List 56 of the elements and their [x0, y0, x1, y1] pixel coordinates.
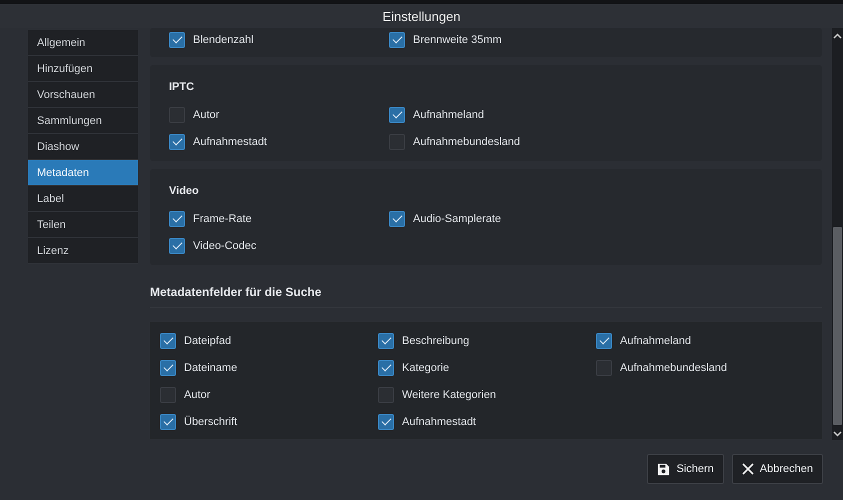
save-icon [657, 462, 670, 476]
checkbox-label[interactable]: Blendenzahl [193, 34, 254, 46]
sidebar-item[interactable]: Label [28, 186, 138, 212]
checkbox[interactable] [160, 360, 176, 376]
sidebar-item[interactable]: Lizenz [28, 238, 138, 264]
sidebar-item[interactable]: Sammlungen [28, 108, 138, 134]
checkbox-label[interactable]: Autor [184, 388, 210, 400]
checkbox-label[interactable]: Aufnahmestadt [402, 416, 476, 428]
checkbox-label[interactable]: Autor [193, 108, 220, 120]
checkbox-label[interactable]: Frame-Rate [193, 212, 252, 224]
sidebar-item[interactable]: Metadaten [28, 160, 138, 186]
checkbox[interactable] [169, 134, 185, 150]
checkbox[interactable] [169, 238, 185, 254]
checkbox[interactable] [378, 414, 394, 430]
checkbox-label[interactable]: Aufnahmebundesland [413, 136, 520, 148]
checkbox[interactable] [378, 332, 394, 348]
sidebar-item[interactable]: Allgemein [28, 30, 138, 56]
scrollbar[interactable] [832, 28, 843, 440]
section-heading: Metadatenfelder für die Suche [150, 285, 822, 308]
checkbox-label[interactable]: Aufnahmeland [413, 108, 484, 120]
checkbox[interactable] [596, 332, 612, 348]
section-title: Video [169, 185, 200, 197]
checkbox-label[interactable]: Brennweite 35mm [413, 34, 502, 46]
checkbox-label[interactable]: Audio-Samplerate [413, 212, 502, 224]
checkbox[interactable] [160, 332, 176, 348]
sidebar-item[interactable]: Teilen [28, 212, 138, 238]
checkbox-label[interactable]: Dateiname [184, 362, 238, 374]
checkbox[interactable] [389, 32, 405, 48]
scroll-up-icon[interactable] [833, 32, 842, 41]
checkbox-label[interactable]: Aufnahmebundesland [620, 362, 728, 374]
checkbox[interactable] [160, 414, 176, 430]
checkbox-label[interactable]: Beschreibung [402, 334, 470, 346]
checkbox-label[interactable]: Aufnahmeland [620, 334, 691, 346]
checkbox[interactable] [389, 210, 405, 226]
checkbox[interactable] [389, 106, 405, 122]
checkbox[interactable] [378, 386, 394, 402]
checkbox[interactable] [378, 360, 394, 376]
sidebar-item[interactable]: Vorschauen [28, 82, 138, 108]
checkbox-label[interactable]: Überschrift [184, 416, 238, 428]
scroll-down-icon[interactable] [833, 429, 842, 438]
close-icon [742, 463, 754, 475]
checkbox-label[interactable]: Aufnahmestadt [193, 136, 267, 148]
sidebar-item[interactable]: Hinzufügen [28, 56, 138, 82]
sidebar-item[interactable]: Diashow [28, 134, 138, 160]
checkbox-label[interactable]: Video-Codec [193, 240, 256, 252]
checkbox-label[interactable]: Kategorie [402, 362, 450, 374]
checkbox[interactable] [160, 386, 176, 402]
cancel-button[interactable]: Abbrechen [732, 454, 823, 484]
checkbox[interactable] [169, 32, 185, 48]
save-button[interactable]: Sichern [647, 454, 724, 484]
scrollbar-thumb[interactable] [833, 227, 842, 425]
checkbox[interactable] [169, 210, 185, 226]
checkbox[interactable] [596, 360, 612, 376]
checkbox-label[interactable]: Weitere Kategorien [402, 388, 496, 400]
checkbox-label[interactable]: Dateipfad [184, 334, 232, 346]
section-title: IPTC [169, 81, 196, 93]
